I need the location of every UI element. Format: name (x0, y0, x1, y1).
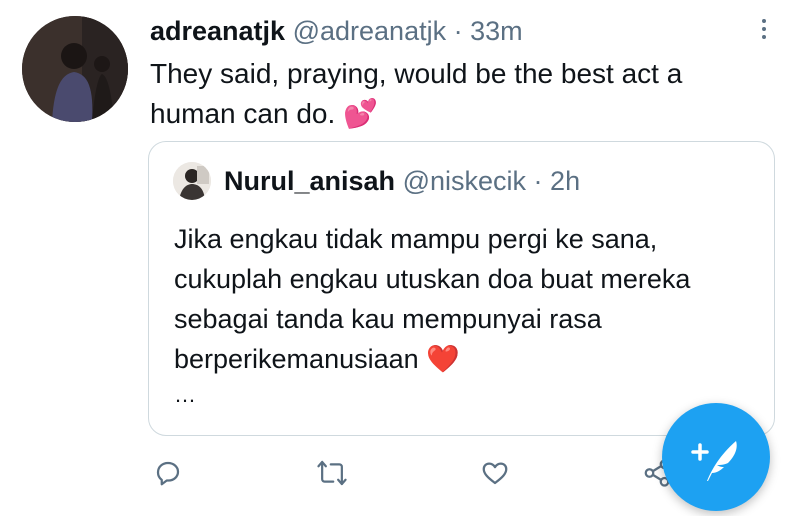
quoted-timestamp[interactable]: 2h (550, 166, 580, 196)
quoted-text: Jika engkau tidak mampu pergi ke sana, c… (174, 219, 764, 379)
quoted-header: Nurul_anisah @niskecik · 2h (224, 162, 580, 200)
compose-tweet-icon (691, 441, 737, 481)
quoted-handle[interactable]: @niskecik (403, 166, 526, 196)
quoted-avatar-photo (173, 162, 211, 200)
tweet-text: They said, praying, would be the best ac… (150, 54, 750, 134)
display-name[interactable]: adreanatjk (150, 16, 285, 46)
like-icon (482, 462, 508, 485)
more-options-button[interactable] (752, 14, 776, 44)
red-heart-emoji: ❤️ (426, 344, 460, 374)
tweet-header: adreanatjk @adreanatjk · 33m (150, 14, 523, 48)
truncation-ellipsis: … (174, 382, 196, 407)
quoted-separator: · (533, 166, 543, 196)
retweet-button[interactable] (316, 458, 350, 492)
avatar-photo (22, 16, 128, 122)
separator: · (453, 16, 463, 46)
reply-button[interactable] (153, 458, 187, 492)
more-dot-icon (762, 19, 766, 23)
retweet-icon (317, 460, 347, 486)
handle[interactable]: @adreanatjk (293, 16, 447, 46)
quoted-display-name[interactable]: Nurul_anisah (224, 166, 395, 196)
quoted-tweet[interactable]: Nurul_anisah @niskecik · 2h Jika engkau … (148, 141, 775, 436)
avatar[interactable] (22, 16, 128, 122)
timestamp[interactable]: 33m (470, 16, 523, 46)
two-hearts-emoji: 💕 (343, 98, 378, 129)
compose-tweet-button[interactable] (662, 403, 770, 511)
like-button[interactable] (480, 458, 514, 492)
reply-icon (156, 461, 180, 486)
more-dot-icon (762, 27, 766, 31)
quoted-avatar[interactable] (173, 162, 211, 200)
tweet-body: They said, praying, would be the best ac… (150, 58, 683, 129)
more-dot-icon (762, 35, 766, 39)
